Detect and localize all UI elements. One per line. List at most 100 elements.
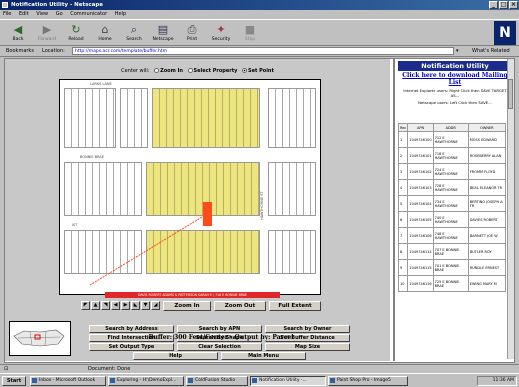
task-coldfusion[interactable]: ColdFusion Studio <box>186 376 248 386</box>
help-button[interactable]: Help <box>133 352 218 360</box>
task-outlook[interactable]: Inbox - Microsoft Outlook <box>30 376 106 386</box>
clock: 11:36 AM <box>492 378 514 383</box>
whats-related-button[interactable]: What's Related <box>472 47 510 56</box>
pan-northwest-button[interactable]: ◤ <box>81 301 90 310</box>
back-arrow-icon: ◀ <box>13 23 23 36</box>
search-by-apn-button[interactable]: Search by APN <box>177 325 262 333</box>
full-extent-button[interactable]: Full Extent <box>269 301 321 311</box>
owner-cell: FROMM FLOYD <box>467 163 507 180</box>
pan-southwest-button[interactable]: ◣ <box>131 301 140 310</box>
menu-communicator[interactable]: Communicator <box>67 11 110 17</box>
apn-cell: 1049746100 <box>407 131 434 148</box>
map-size-button[interactable]: Map Size <box>265 343 350 351</box>
buffer-leader-line <box>89 213 208 286</box>
menu-help[interactable]: Help <box>112 11 129 17</box>
apn-cell: 1049746116 <box>407 275 434 292</box>
set-point-radio-label: Set Point <box>247 68 274 74</box>
apn-cell: 1049746106 <box>407 227 434 244</box>
table-row: 9 1049746115 701 E BONNIE BRAE RUNDLE ERNES… <box>397 259 507 276</box>
table-row: 8 1049746114 707 E BONNIE BRAE BUTLER ROY <box>397 243 507 260</box>
zoom-in-radio[interactable] <box>154 68 160 73</box>
panel-title: Notification Utility <box>398 61 512 71</box>
pan-northeast-button[interactable]: ◥ <box>101 301 110 310</box>
search-icon: ⌕ <box>130 23 138 36</box>
dropdown-icon[interactable]: ▾ <box>456 47 459 56</box>
rec-cell: 6 <box>397 211 409 228</box>
zoom-out-button[interactable]: Zoom Out <box>214 301 266 311</box>
pan-north-button[interactable]: ▲ <box>91 301 100 310</box>
apn-cell: 1049746103 <box>407 179 434 196</box>
rec-cell: 5 <box>397 195 409 212</box>
select-property-radio[interactable] <box>187 68 193 73</box>
column-header: ADDR <box>432 123 469 132</box>
addr-cell: 740 E HAWTHORNE <box>432 211 469 228</box>
close-button[interactable]: × <box>509 1 518 9</box>
pan-southeast-button[interactable]: ◢ <box>151 301 160 310</box>
owner-cell: BUTLER ROY <box>467 243 507 260</box>
owner-cell: DAVIES ROBERT <box>467 211 507 228</box>
select-property-radio-label: Select Property <box>193 68 238 74</box>
table-row: 6 1049746105 740 E HAWTHORNE DAVIES ROBERT <box>397 211 507 228</box>
zoom-in-button[interactable]: Zoom In <box>163 301 211 311</box>
menu-file[interactable]: File <box>0 11 14 17</box>
window-title-bar: Notification Utility - Netscape _ □ × <box>0 0 519 10</box>
table-row: 3 1049746102 724 E HAWTHORNE FROMM FLOYD <box>397 163 507 180</box>
scrollbar-thumb[interactable] <box>508 79 513 109</box>
status-bar: ⊡ Document: Done <box>0 364 519 373</box>
menu-go[interactable]: Go <box>53 11 66 17</box>
netscape-button[interactable]: ▤ Netscape <box>149 22 177 45</box>
overview-map[interactable] <box>9 321 71 356</box>
search-button[interactable]: ⌕ Search <box>120 22 148 45</box>
rec-cell: 9 <box>397 259 409 276</box>
rec-cell: 10 <box>397 275 409 292</box>
pan-west-button[interactable]: ◀ <box>111 301 120 310</box>
start-button[interactable]: Start <box>2 376 26 386</box>
addr-cell: 728 E HAWTHORNE <box>432 179 469 196</box>
rec-cell: 7 <box>397 227 409 244</box>
url-field[interactable]: http://maps.acr.com/template/buffer.htm <box>72 47 454 55</box>
owner-cell: BEAL ELEANOR TR <box>467 179 507 196</box>
apn-cell: 1049746104 <box>407 195 434 212</box>
set-output-type-button[interactable]: Set Output Type <box>89 343 174 351</box>
task-notification-utility[interactable]: Notification Utility -... <box>250 376 326 386</box>
map-frame: Center will: Zoom In Select Property Set… <box>5 59 390 361</box>
addr-cell: 707 E BONNIE BRAE <box>432 243 469 260</box>
table-row: 5 1049746104 734 E HAWTHORNE BERTINO JOSEPH… <box>397 195 507 212</box>
task-paint-shop-pro[interactable]: Paint Shop Pro - Image5 <box>328 376 408 386</box>
search-by-owner-button[interactable]: Search by Owner <box>265 325 350 333</box>
pan-south-button[interactable]: ▼ <box>141 301 150 310</box>
task-exploring[interactable]: Exploring - H:\DemoExpl... <box>108 376 184 386</box>
apn-cell: 1049746105 <box>407 211 434 228</box>
owner-cell: BARNETT JOE W <box>467 227 507 244</box>
column-header: OWNER <box>467 123 507 132</box>
addr-cell: 701 E BONNIE BRAE <box>432 259 469 276</box>
pan-east-button[interactable]: ▶ <box>121 301 130 310</box>
clear-selection-button[interactable]: Clear Selection <box>177 343 262 351</box>
forward-button[interactable]: ▶ Forward <box>33 22 61 45</box>
set-point-radio[interactable] <box>241 68 247 73</box>
bookmarks-button[interactable]: Bookmarks <box>6 47 34 56</box>
maximize-button[interactable]: □ <box>499 1 508 9</box>
column-header: Rec <box>397 123 409 132</box>
back-button[interactable]: ◀ Back <box>4 22 32 45</box>
security-button[interactable]: ✦ Security <box>207 22 235 45</box>
panel-scrollbar[interactable] <box>507 59 514 359</box>
overview-map-graphic <box>13 329 65 347</box>
netscape-instruction-note: Netscape users: Left Click then SAVE... <box>418 100 492 105</box>
download-mailing-list-link[interactable]: Click here to download Mailing List <box>399 72 511 86</box>
print-button[interactable]: ⎙ Print <box>178 22 206 45</box>
netscape-window-icon <box>2 2 8 8</box>
apn-cell: 1049746115 <box>407 259 434 276</box>
search-by-address-button[interactable]: Search by Address <box>89 325 174 333</box>
home-icon: ⌂ <box>101 23 109 36</box>
menu-view[interactable]: View <box>33 11 51 17</box>
reload-button[interactable]: ↻ Reload <box>62 22 90 45</box>
main-menu-button[interactable]: Main Menu <box>221 352 306 360</box>
parcel-map[interactable]: LARKS LANE BONNIE BRAE IST HAWTHORNE ST <box>59 79 321 295</box>
home-button[interactable]: ⌂ Home <box>91 22 119 45</box>
menu-edit[interactable]: Edit <box>16 11 32 17</box>
stop-button[interactable]: ■ Stop <box>236 22 264 45</box>
netscape-logo: N <box>494 21 516 45</box>
minimize-button[interactable]: _ <box>489 1 498 9</box>
reload-icon: ↻ <box>71 23 81 36</box>
